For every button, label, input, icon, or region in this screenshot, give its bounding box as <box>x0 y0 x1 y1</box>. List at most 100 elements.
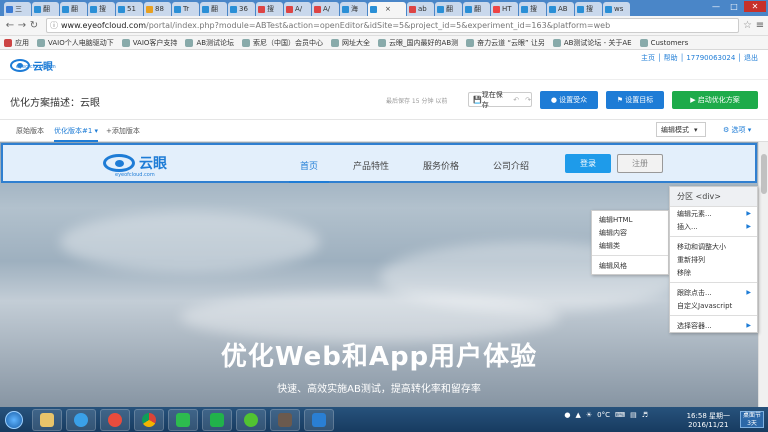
preview-scrollbar[interactable] <box>758 142 768 407</box>
clock[interactable]: 16:58 星期一 2016/11/21 <box>687 412 730 430</box>
browser-tab[interactable]: HT <box>491 2 518 16</box>
bookmark-item[interactable]: 奋力云道 “云眼” 让另 <box>466 38 545 48</box>
menu-item[interactable]: 自定义Javascript <box>670 299 757 312</box>
top-links[interactable]: 主页 │ 帮助 │ 17790063024 │ 退出 <box>641 53 758 63</box>
browser-tab[interactable]: 51 <box>116 2 143 16</box>
tab-variant-1[interactable]: 优化版本#1 ▾ <box>54 126 99 142</box>
browser-tab[interactable]: 搜 <box>88 2 115 16</box>
site-login-button[interactable]: 登录 <box>565 154 611 173</box>
browser-tab[interactable]: A/ <box>284 2 311 16</box>
menu-item[interactable]: 编辑元素... ▶ <box>670 207 757 220</box>
tab-favicon-icon <box>605 5 612 13</box>
close-icon[interactable]: ✕ <box>744 1 766 12</box>
bookmark-item[interactable]: AB测试论坛 - 关于AE <box>552 38 632 48</box>
browser-tab[interactable]: 搜 <box>256 2 283 16</box>
options-button[interactable]: ⚙ 选项 ▾ <box>723 125 751 135</box>
taskbar-app-player[interactable] <box>100 408 130 431</box>
url-input[interactable]: ⓘ www.eyeofcloud.com/portal/index.php?mo… <box>46 18 740 33</box>
site-nav-home[interactable]: 首页 <box>300 159 318 172</box>
tab-original[interactable]: 原始版本 <box>16 126 44 136</box>
browser-tab[interactable]: × <box>368 2 406 16</box>
bookmark-item[interactable]: 网址大全 <box>331 38 370 48</box>
start-button[interactable] <box>0 407 28 432</box>
menu-divider <box>592 255 668 256</box>
menu-item[interactable]: 重新排列 <box>670 253 757 266</box>
bookmark-item[interactable]: Customers <box>639 38 688 47</box>
taskbar-app-iqiyi[interactable] <box>202 408 232 431</box>
mode-select[interactable]: 编辑模式 ▾ <box>656 122 706 137</box>
site-nav-about[interactable]: 公司介绍 <box>493 159 529 172</box>
scrollbar-thumb[interactable] <box>761 154 767 194</box>
taskbar-app-photo[interactable] <box>270 408 300 431</box>
network-icon[interactable]: ▤ <box>630 411 637 419</box>
menu-item[interactable]: 插入... ▶ <box>670 220 757 233</box>
taskbar-app-explorer[interactable] <box>32 408 62 431</box>
browser-tab[interactable]: 88 <box>144 2 171 16</box>
browser-tab[interactable]: 翻 <box>463 2 490 16</box>
taskbar-app-wps[interactable] <box>304 408 334 431</box>
menu-item[interactable]: 移动和调整大小 <box>670 240 757 253</box>
browser-tab[interactable]: 搜 <box>575 2 602 16</box>
bookmark-item[interactable]: 应用 <box>4 38 29 48</box>
menu-item[interactable]: 跟踪点击... ▶ <box>670 286 757 299</box>
browser-tab[interactable]: AB <box>547 2 574 16</box>
menu-item[interactable]: 移除 <box>670 266 757 279</box>
minimize-icon[interactable]: — <box>708 1 724 12</box>
bookmark-item[interactable]: VAIO个人电脑驱动下 <box>37 38 114 48</box>
volume-icon[interactable]: ♬ <box>642 411 648 419</box>
site-nav-features[interactable]: 产品特性 <box>353 159 389 172</box>
back-icon[interactable]: ← <box>4 20 16 31</box>
browser-tab[interactable]: ws <box>603 2 630 16</box>
menu-edit-style[interactable]: 编辑风格 <box>592 259 668 272</box>
browser-tab[interactable]: ab <box>407 2 434 16</box>
site-navbar[interactable]: 云眼 eyeofcloud.com 首页 产品特性 服务价格 公司介绍 登录 注… <box>1 143 757 183</box>
set-audience-button[interactable]: ● 设置受众 <box>540 91 598 109</box>
browser-menu-icon[interactable]: ≡ <box>752 20 768 31</box>
taskbar-app-cloud[interactable] <box>66 408 96 431</box>
menu-edit-html[interactable]: 编辑HTML <box>592 213 668 226</box>
redo-icon[interactable]: ↷ <box>525 96 531 104</box>
bookmark-star-icon[interactable]: ☆ <box>743 20 752 31</box>
menu-item[interactable]: 选择容器... ▶ <box>670 319 757 332</box>
browser-tab[interactable]: 海 <box>340 2 367 16</box>
save-now-button[interactable]: 💾 现在保存 ↶ ↷ <box>468 91 532 109</box>
browser-tab[interactable]: 搜 <box>519 2 546 16</box>
browser-tab[interactable]: 三 <box>4 2 31 16</box>
bookmark-item[interactable]: 索尼（中国）会员中心 <box>242 38 323 48</box>
site-register-button[interactable]: 注册 <box>617 154 663 173</box>
browser-tab[interactable]: 36 <box>228 2 255 16</box>
tab-add-variant[interactable]: +添加版本 <box>106 126 140 136</box>
taskbar-app-wechat-store[interactable] <box>168 408 198 431</box>
reload-icon[interactable]: ↻ <box>28 20 40 31</box>
site-nav-pricing[interactable]: 服务价格 <box>423 159 459 172</box>
browser-tab[interactable]: 翻 <box>435 2 462 16</box>
bookmark-item[interactable]: VAIO客户支持 <box>121 38 177 48</box>
undo-icon[interactable]: ↶ <box>513 96 519 104</box>
weather-icon[interactable]: ☀ <box>586 411 592 419</box>
desktop-badge[interactable]: 桌面节 3天 <box>740 411 764 428</box>
forward-icon[interactable]: → <box>16 20 28 31</box>
menu-edit-content[interactable]: 编辑内容 <box>592 226 668 239</box>
set-goal-button[interactable]: ⚑ 设置目标 <box>606 91 664 109</box>
start-plan-button[interactable]: ▶ 启动优化方案 <box>672 91 758 109</box>
maximize-icon[interactable]: □ <box>726 1 742 12</box>
photo-icon <box>278 412 292 427</box>
menu-edit-class[interactable]: 编辑类 <box>592 239 668 252</box>
browser-tab[interactable]: A/ <box>312 2 339 16</box>
taskbar-app-wechat[interactable] <box>236 408 266 431</box>
browser-tab[interactable]: Tr <box>172 2 199 16</box>
taskbar-app-chrome[interactable] <box>134 408 164 431</box>
bookmark-item[interactable]: AB测试论坛 <box>185 38 234 48</box>
element-context-menu: 分区 <div> 编辑元素... ▶ 插入... ▶ 移动和调整大小 重新排列 移除 跟踪点击… <box>669 186 758 333</box>
tab-close-icon[interactable]: × <box>385 5 391 13</box>
tray-icon[interactable]: ● <box>564 411 570 419</box>
browser-tab[interactable]: 翻 <box>32 2 59 16</box>
bookmark-item[interactable]: 云眼_国内最好的AB测 <box>378 38 458 48</box>
browser-tab[interactable]: 翻 <box>60 2 87 16</box>
tray-icon[interactable]: ▲ <box>575 411 580 419</box>
tab-favicon-icon <box>549 5 556 13</box>
browser-tab[interactable]: 翻 <box>200 2 227 16</box>
site-logo[interactable]: 云眼 <box>103 153 167 173</box>
keyboard-icon[interactable]: ⌨ <box>615 411 625 419</box>
page-info-icon[interactable]: ⓘ <box>50 20 58 31</box>
